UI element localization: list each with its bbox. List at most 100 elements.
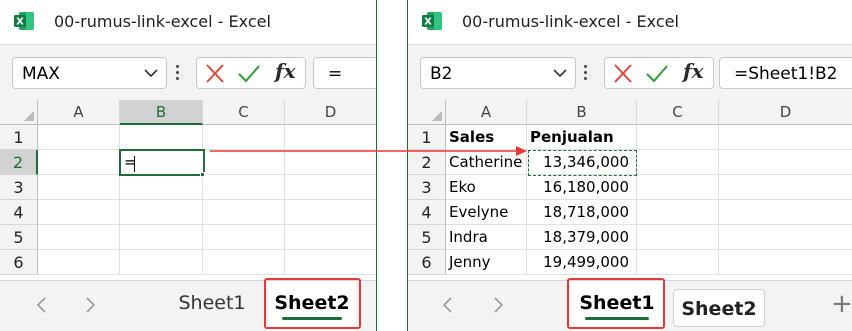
empty-cell[interactable] xyxy=(637,150,719,175)
empty-cell[interactable] xyxy=(38,125,120,150)
cell-b1[interactable]: Penjualan xyxy=(527,125,637,150)
row-header-2[interactable]: 2 xyxy=(408,150,446,175)
chevron-right-icon[interactable] xyxy=(490,296,506,314)
empty-cell[interactable] xyxy=(719,175,852,200)
column-header-d[interactable]: D xyxy=(285,100,376,125)
x-mark-icon[interactable] xyxy=(611,63,635,85)
empty-cell[interactable] xyxy=(38,250,120,275)
formula-input[interactable]: =Sheet1!B2 xyxy=(719,57,852,89)
fx-icon[interactable]: fx xyxy=(683,59,704,83)
plus-icon[interactable]: + xyxy=(831,289,852,319)
row-header-5[interactable]: 5 xyxy=(408,225,446,250)
active-cell[interactable]: = xyxy=(119,149,205,176)
empty-cell[interactable] xyxy=(719,250,852,275)
row-header-5[interactable]: 5 xyxy=(0,225,38,250)
worksheet-grid: A B C D 1 2 3 4 5 6 Sales Penjualan Cath… xyxy=(408,100,852,280)
cell-a1[interactable]: Sales xyxy=(446,125,527,150)
empty-cell[interactable] xyxy=(38,150,120,175)
cell-a6[interactable]: Jenny xyxy=(446,250,527,275)
cell-b5[interactable]: 18,379,000 xyxy=(527,225,637,250)
row-header-3[interactable]: 3 xyxy=(408,175,446,200)
empty-cell[interactable] xyxy=(120,175,203,200)
cell-a5[interactable]: Indra xyxy=(446,225,527,250)
cell-a2[interactable]: Catherine xyxy=(446,150,527,175)
empty-cell[interactable] xyxy=(285,225,376,250)
formula-buttons: fx xyxy=(196,57,306,89)
sheet-tab-bar: Sheet1 Sheet2 xyxy=(0,278,376,331)
empty-cell[interactable] xyxy=(285,250,376,275)
worksheet-grid: A B C D 1 2 3 4 5 6 = xyxy=(0,100,376,280)
empty-cell[interactable] xyxy=(203,200,285,225)
empty-cell[interactable] xyxy=(637,175,719,200)
empty-cell[interactable] xyxy=(719,200,852,225)
vertical-dots-icon[interactable] xyxy=(176,65,180,83)
row-header-2[interactable]: 2 xyxy=(0,150,38,175)
empty-cell[interactable] xyxy=(285,200,376,225)
empty-cell[interactable] xyxy=(637,125,719,150)
chevron-left-icon[interactable] xyxy=(440,296,456,314)
row-header-4[interactable]: 4 xyxy=(0,200,38,225)
column-header-a[interactable]: A xyxy=(446,100,527,125)
svg-text:X: X xyxy=(424,17,432,28)
fill-handle[interactable] xyxy=(200,172,205,177)
copy-marquee xyxy=(528,150,637,176)
empty-cell[interactable] xyxy=(285,125,376,150)
empty-cell[interactable] xyxy=(637,200,719,225)
checkmark-icon[interactable] xyxy=(237,63,261,85)
select-all-corner[interactable] xyxy=(0,100,38,125)
formula-input[interactable]: = xyxy=(313,57,376,89)
empty-cell[interactable] xyxy=(285,150,376,175)
chevron-down-icon[interactable] xyxy=(144,68,158,78)
row-header-1[interactable]: 1 xyxy=(0,125,38,150)
cell-b4[interactable]: 18,718,000 xyxy=(527,200,637,225)
cell-b6[interactable]: 19,499,000 xyxy=(527,250,637,275)
empty-cell[interactable] xyxy=(637,225,719,250)
vertical-dots-icon[interactable] xyxy=(584,65,588,83)
cell-b3[interactable]: 16,180,000 xyxy=(527,175,637,200)
chevron-down-icon[interactable] xyxy=(553,68,567,78)
column-header-a[interactable]: A xyxy=(38,100,120,125)
empty-cell[interactable] xyxy=(38,175,120,200)
column-header-c[interactable]: C xyxy=(203,100,285,125)
sheet-tab-sheet1[interactable]: Sheet1 xyxy=(168,281,256,329)
empty-cell[interactable] xyxy=(38,200,120,225)
cell-a4[interactable]: Evelyne xyxy=(446,200,527,225)
empty-cell[interactable] xyxy=(203,250,285,275)
empty-cell[interactable] xyxy=(120,125,203,150)
column-header-c[interactable]: C xyxy=(637,100,719,125)
row-header-4[interactable]: 4 xyxy=(408,200,446,225)
empty-cell[interactable] xyxy=(637,250,719,275)
row-header-6[interactable]: 6 xyxy=(408,250,446,275)
select-all-corner[interactable] xyxy=(408,100,446,125)
empty-cell[interactable] xyxy=(719,150,852,175)
empty-cell[interactable] xyxy=(38,225,120,250)
empty-cell[interactable] xyxy=(120,250,203,275)
empty-cell[interactable] xyxy=(203,125,285,150)
empty-cell[interactable] xyxy=(719,125,852,150)
checkmark-icon[interactable] xyxy=(645,63,669,85)
empty-cell[interactable] xyxy=(285,175,376,200)
empty-cell[interactable] xyxy=(203,225,285,250)
empty-cell[interactable] xyxy=(120,200,203,225)
column-header-b[interactable]: B xyxy=(120,100,203,125)
chevron-left-icon[interactable] xyxy=(34,296,50,314)
cell-a3[interactable]: Eko xyxy=(446,175,527,200)
chevron-right-icon[interactable] xyxy=(82,296,98,314)
column-header-b[interactable]: B xyxy=(527,100,637,125)
text-caret xyxy=(134,156,135,172)
svg-text:X: X xyxy=(16,17,24,28)
empty-cell[interactable] xyxy=(203,150,285,175)
fx-icon[interactable]: fx xyxy=(275,59,296,83)
empty-cell[interactable] xyxy=(203,175,285,200)
row-header-3[interactable]: 3 xyxy=(0,175,38,200)
name-box[interactable]: B2 xyxy=(420,57,576,89)
empty-cell[interactable] xyxy=(719,225,852,250)
sheet-tab-sheet2[interactable]: Sheet2 xyxy=(673,289,765,327)
column-header-d[interactable]: D xyxy=(719,100,852,125)
empty-cell[interactable] xyxy=(120,225,203,250)
formula-text: =Sheet1!B2 xyxy=(734,64,838,84)
name-box[interactable]: MAX xyxy=(12,57,167,89)
x-mark-icon[interactable] xyxy=(203,63,227,85)
row-header-6[interactable]: 6 xyxy=(0,250,38,275)
row-header-1[interactable]: 1 xyxy=(408,125,446,150)
